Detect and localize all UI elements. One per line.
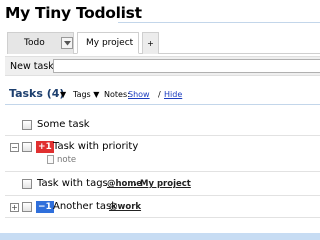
new-task-row: New task (5, 56, 320, 76)
task-checkbox[interactable] (22, 142, 32, 152)
tab-todo-label: Todo (24, 38, 45, 48)
row-divider (5, 135, 320, 136)
note-icon (47, 155, 54, 164)
notes-show-link[interactable]: Show (128, 90, 150, 99)
task-row: Some task (5, 118, 320, 134)
task-checkbox[interactable] (22, 179, 32, 189)
bottom-bar (0, 233, 320, 240)
tag-separator: , (134, 178, 137, 188)
notes-label: Notes: (104, 90, 130, 99)
task-title[interactable]: Task with priority (53, 141, 138, 152)
title-underline (118, 22, 320, 23)
app-title: My Tiny Todolist (5, 4, 142, 22)
tag-link[interactable]: @work (109, 202, 141, 212)
priority-badge: +1 (36, 141, 54, 153)
collapse-icon[interactable]: − (10, 143, 19, 152)
task-title[interactable]: Some task (37, 119, 90, 130)
new-task-input[interactable] (53, 59, 320, 73)
sort-menu-button[interactable]: ▼ (60, 90, 66, 99)
task-checkbox[interactable] (22, 202, 32, 212)
notes-hide-link[interactable]: Hide (164, 90, 182, 99)
tab-menu-button[interactable] (61, 37, 73, 49)
add-list-button[interactable]: + (142, 32, 159, 54)
tag-link[interactable]: My project (140, 179, 191, 189)
tab-bar: Todo My project + (7, 32, 320, 54)
tasks-title: Tasks (4) (9, 87, 65, 100)
new-task-label: New task (10, 61, 54, 72)
priority-badge: −1 (36, 201, 54, 213)
tab-my-project[interactable]: My project (77, 32, 139, 54)
tab-my-project-label: My project (86, 38, 134, 48)
plus-icon: + (147, 39, 154, 48)
task-title[interactable]: Task with tags (37, 178, 108, 189)
task-checkbox[interactable] (22, 120, 32, 130)
expand-icon[interactable]: + (10, 203, 19, 212)
task-row: + −1 Another task @work (5, 200, 320, 216)
tasks-header: Tasks (4) ▼ Tags ▼ Notes: Show / Hide (9, 87, 320, 103)
tab-todo[interactable]: Todo (7, 32, 74, 54)
task-row: Task with tags @home , My project (5, 177, 320, 193)
task-note: note (57, 155, 77, 165)
header-divider (5, 104, 320, 105)
row-divider (5, 171, 320, 172)
chevron-down-icon (63, 40, 71, 45)
task-row: − +1 Task with priority note (5, 140, 320, 170)
notes-separator: / (158, 90, 161, 99)
row-divider (5, 195, 320, 196)
tags-menu-button[interactable]: Tags ▼ (73, 90, 99, 99)
task-title[interactable]: Another task (53, 201, 117, 212)
row-divider (5, 217, 320, 218)
